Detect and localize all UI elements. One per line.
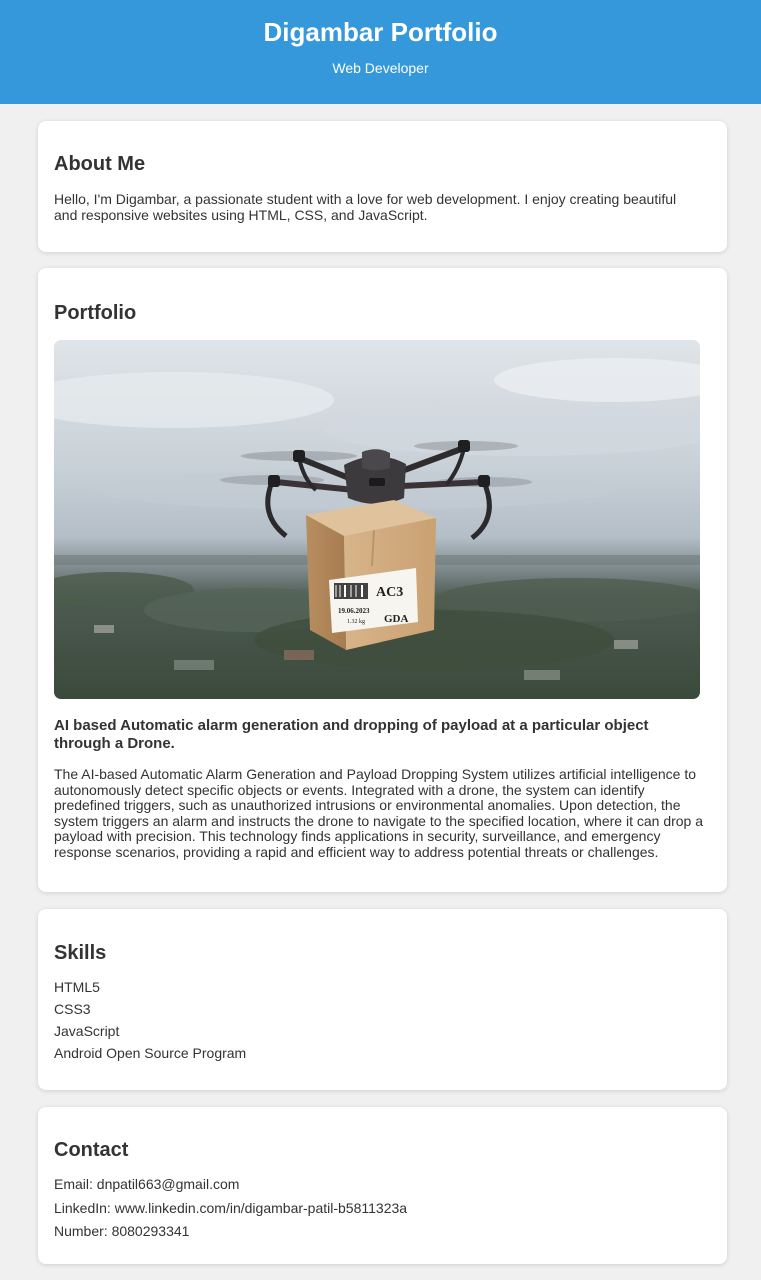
page-header: Digambar Portfolio Web Developer	[0, 0, 761, 104]
about-section: About Me Hello, I'm Digambar, a passiona…	[38, 121, 727, 252]
drone-delivery-photo-icon: AC3 19.06.2023 1.32 kg GDA	[54, 340, 700, 699]
project-title: AI based Automatic alarm generation and …	[54, 717, 649, 752]
page-subtitle: Web Developer	[332, 60, 429, 76]
contact-section: Contact Email: dnpatil663@gmail.com Link…	[38, 1107, 727, 1264]
skill-item: HTML5	[54, 979, 100, 995]
project-description: The AI-based Automatic Alarm Generation …	[54, 766, 704, 860]
skill-item: JavaScript	[54, 1023, 120, 1039]
package-weight-text: 1.32 kg	[347, 619, 365, 625]
skill-item: CSS3	[54, 1001, 91, 1017]
portfolio-section: Portfolio AC3 19.06.2023 1.32 kg GDA AI …	[38, 268, 727, 892]
package-code-text: GDA	[384, 613, 409, 625]
skills-list: HTML5 CSS3 JavaScript Android Open Sourc…	[54, 976, 246, 1064]
contact-email: Email: dnpatil663@gmail.com	[54, 1176, 240, 1192]
contact-number: Number: 8080293341	[54, 1223, 190, 1239]
skill-item: Android Open Source Program	[54, 1045, 247, 1061]
contact-linkedin: LinkedIn: www.linkedin.com/in/digambar-p…	[54, 1199, 408, 1216]
about-heading: About Me	[54, 153, 146, 175]
skills-heading: Skills	[54, 942, 107, 964]
contact-heading: Contact	[54, 1139, 129, 1161]
package-date-text: 19.06.2023	[338, 607, 370, 615]
portfolio-heading: Portfolio	[54, 302, 137, 324]
package-label-text: AC3	[376, 585, 403, 600]
skills-section: Skills HTML5 CSS3 JavaScript Android Ope…	[38, 909, 727, 1090]
contact-list: Email: dnpatil663@gmail.com LinkedIn: ww…	[54, 1173, 407, 1244]
about-text: Hello, I'm Digambar, a passionate studen…	[54, 191, 677, 223]
page-title: Digambar Portfolio	[263, 17, 498, 47]
